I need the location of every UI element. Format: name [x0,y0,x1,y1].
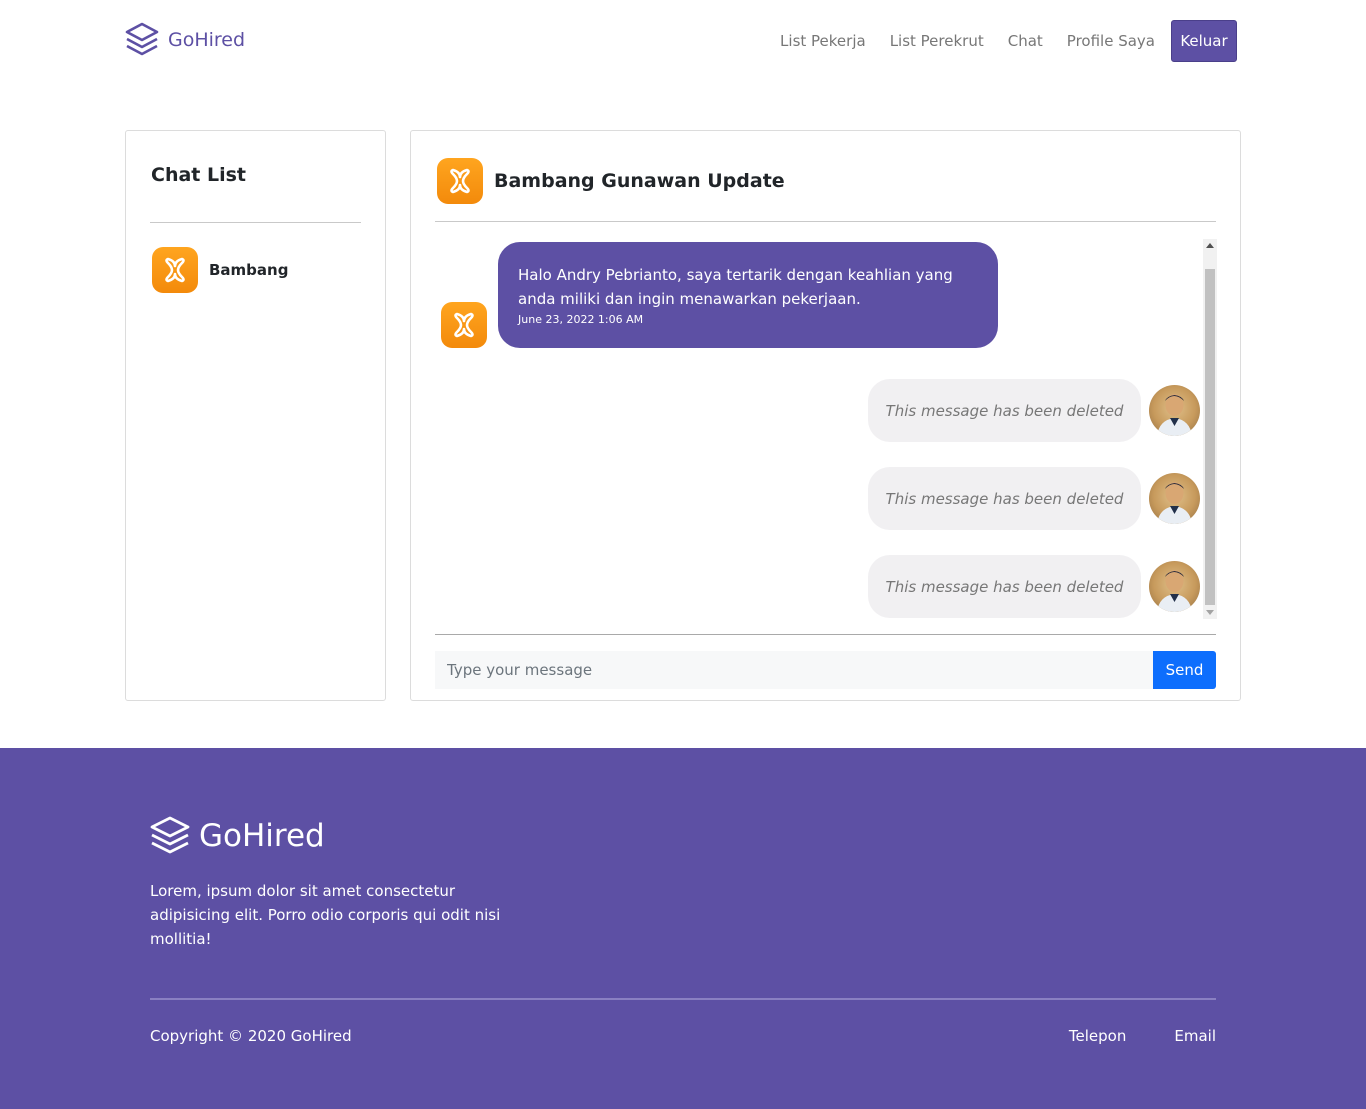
divider [435,634,1216,635]
footer-link-email[interactable]: Email [1174,1027,1216,1045]
logout-button[interactable]: Keluar [1171,20,1237,62]
brand-logo[interactable]: GoHired [125,22,245,58]
message-bubble: Halo Andry Pebrianto, saya tertarik deng… [498,242,998,348]
message-bubble: This message has been deleted [868,555,1141,618]
scroll-down-icon[interactable] [1206,610,1214,615]
nav-link-list-perekrut[interactable]: List Perekrut [890,20,984,62]
nav-link-list-pekerja[interactable]: List Pekerja [780,20,866,62]
avatar [1149,473,1200,524]
xampp-icon [152,247,198,293]
chat-header: Bambang Gunawan Update [437,158,785,204]
message-text: Halo Andry Pebrianto, saya tertarik deng… [518,266,953,308]
message-time: June 23, 2022 1:06 AM [518,313,644,326]
chat-list-title: Chat List [151,164,246,186]
avatar [1149,561,1200,612]
contact-name: Bambang [209,261,289,279]
nav-menu: List Pekerja List Perekrut Chat Profile … [780,20,1237,62]
footer-link-telepon[interactable]: Telepon [1069,1027,1126,1045]
message-outgoing: This message has been deleted [868,467,1200,530]
layers-icon [125,22,159,56]
avatar [1149,385,1200,436]
chat-title: Bambang Gunawan Update [494,170,785,192]
nav-link-profile-saya[interactable]: Profile Saya [1067,20,1155,62]
message-text: This message has been deleted [885,577,1124,596]
message-outgoing: This message has been deleted [868,379,1200,442]
footer-brand-name: GoHired [199,818,325,854]
divider [150,222,361,223]
footer-copyright: Copyright © 2020 GoHired [150,1027,352,1045]
chat-list-panel: Chat List Bambang [125,130,386,701]
message-list[interactable]: Halo Andry Pebrianto, saya tertarik deng… [435,239,1217,619]
chat-panel: Bambang Gunawan Update Halo Andry Pebria… [410,130,1241,701]
message-bubble: This message has been deleted [868,467,1141,530]
footer-links: Telepon Email [1021,1027,1216,1045]
footer-description: Lorem, ipsum dolor sit amet consectetur … [150,882,501,948]
brand-name: GoHired [168,29,246,51]
footer-divider [150,998,1216,1000]
scrollbar-thumb[interactable] [1205,269,1215,605]
contact-item[interactable]: Bambang [152,247,288,293]
scroll-up-icon[interactable] [1206,243,1214,248]
xampp-icon [437,158,483,204]
xampp-icon [441,302,487,348]
message-input[interactable] [435,651,1153,689]
nav-link-chat[interactable]: Chat [1008,20,1043,62]
message-bubble: This message has been deleted [868,379,1141,442]
navbar: GoHired List Pekerja List Perekrut Chat … [0,0,1366,82]
message-text: This message has been deleted [885,401,1124,420]
send-button[interactable]: Send [1153,651,1216,689]
footer: GoHired Lorem, ipsum dolor sit amet cons… [0,748,1366,1109]
layers-icon [150,816,190,854]
message-incoming: Halo Andry Pebrianto, saya tertarik deng… [441,242,998,348]
divider [435,221,1216,222]
footer-brand: GoHired [150,816,325,856]
message-scrollbar[interactable] [1203,239,1217,619]
message-outgoing: This message has been deleted [868,555,1200,618]
message-text: This message has been deleted [885,489,1124,508]
